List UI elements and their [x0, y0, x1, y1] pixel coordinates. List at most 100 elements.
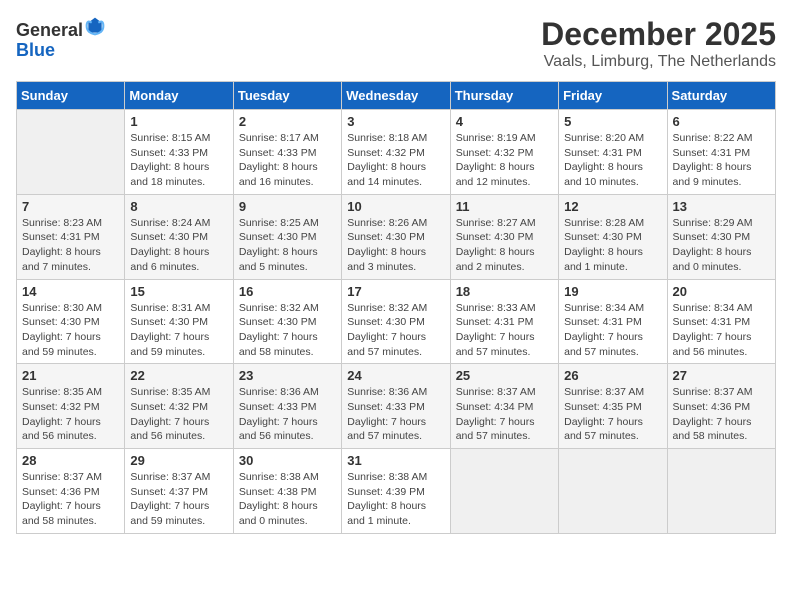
day-info: Sunrise: 8:34 AMSunset: 4:31 PMDaylight:…: [564, 301, 661, 360]
day-number: 20: [673, 284, 770, 299]
calendar-cell: [667, 449, 775, 534]
weekday-header-tuesday: Tuesday: [233, 82, 341, 110]
day-number: 6: [673, 114, 770, 129]
calendar-subtitle: Vaals, Limburg, The Netherlands: [541, 53, 776, 71]
calendar-cell: 1Sunrise: 8:15 AMSunset: 4:33 PMDaylight…: [125, 110, 233, 195]
day-info: Sunrise: 8:33 AMSunset: 4:31 PMDaylight:…: [456, 301, 553, 360]
day-info: Sunrise: 8:23 AMSunset: 4:31 PMDaylight:…: [22, 216, 119, 275]
calendar-cell: 26 Sunrise: 8:37 AMSunset: 4:35 PMDayligh…: [559, 364, 667, 449]
day-number: 1: [130, 114, 227, 129]
calendar-cell: 14 Sunrise: 8:30 AMSunset: 4:30 PMDayligh…: [17, 279, 125, 364]
day-info: Sunrise: 8:17 AMSunset: 4:33 PMDaylight:…: [239, 131, 336, 190]
day-number: 19: [564, 284, 661, 299]
day-number: 29: [130, 453, 227, 468]
day-info: Sunrise: 8:38 AMSunset: 4:39 PMDaylight:…: [347, 470, 444, 529]
day-number: 2: [239, 114, 336, 129]
logo-general-text: General: [16, 20, 83, 40]
logo-blue-text: Blue: [16, 40, 55, 60]
day-number: 18: [456, 284, 553, 299]
day-info: Sunrise: 8:30 AMSunset: 4:30 PMDaylight:…: [22, 301, 119, 360]
day-info: Sunrise: 8:37 AMSunset: 4:34 PMDaylight:…: [456, 385, 553, 444]
day-info: Sunrise: 8:34 AMSunset: 4:31 PMDaylight:…: [673, 301, 770, 360]
day-info: Sunrise: 8:32 AMSunset: 4:30 PMDaylight:…: [239, 301, 336, 360]
day-number: 13: [673, 199, 770, 214]
calendar-cell: 3 Sunrise: 8:18 AMSunset: 4:32 PMDaylight…: [342, 110, 450, 195]
day-number: 26: [564, 368, 661, 383]
calendar-cell: 12 Sunrise: 8:28 AMSunset: 4:30 PMDayligh…: [559, 194, 667, 279]
calendar-cell: [559, 449, 667, 534]
day-info: Sunrise: 8:18 AMSunset: 4:32 PMDaylight:…: [347, 131, 444, 190]
calendar-cell: [450, 449, 558, 534]
day-info: Sunrise: 8:37 AMSunset: 4:37 PMDaylight:…: [130, 470, 227, 529]
day-number: 7: [22, 199, 119, 214]
calendar-cell: 6 Sunrise: 8:22 AMSunset: 4:31 PMDaylight…: [667, 110, 775, 195]
day-info: Sunrise: 8:37 AMSunset: 4:35 PMDaylight:…: [564, 385, 661, 444]
day-number: 22: [130, 368, 227, 383]
header: General Blue December 2025 Vaals, Limbur…: [16, 16, 776, 71]
calendar-cell: 5Sunrise: 8:20 AMSunset: 4:31 PMDaylight…: [559, 110, 667, 195]
calendar-cell: 18 Sunrise: 8:33 AMSunset: 4:31 PMDayligh…: [450, 279, 558, 364]
day-info: Sunrise: 8:20 AMSunset: 4:31 PMDaylight:…: [564, 131, 661, 190]
day-number: 21: [22, 368, 119, 383]
day-info: Sunrise: 8:19 AMSunset: 4:32 PMDaylight:…: [456, 131, 553, 190]
weekday-header-thursday: Thursday: [450, 82, 558, 110]
calendar-cell: 17Sunrise: 8:32 AMSunset: 4:30 PMDayligh…: [342, 279, 450, 364]
calendar-cell: 10 Sunrise: 8:26 AMSunset: 4:30 PMDayligh…: [342, 194, 450, 279]
calendar-cell: 22 Sunrise: 8:35 AMSunset: 4:32 PMDayligh…: [125, 364, 233, 449]
day-info: Sunrise: 8:27 AMSunset: 4:30 PMDaylight:…: [456, 216, 553, 275]
day-number: 24: [347, 368, 444, 383]
day-number: 31: [347, 453, 444, 468]
calendar-cell: 24 Sunrise: 8:36 AMSunset: 4:33 PMDayligh…: [342, 364, 450, 449]
day-number: 12: [564, 199, 661, 214]
day-info: Sunrise: 8:25 AMSunset: 4:30 PMDaylight:…: [239, 216, 336, 275]
day-number: 15: [130, 284, 227, 299]
calendar-cell: 11 Sunrise: 8:27 AMSunset: 4:30 PMDayligh…: [450, 194, 558, 279]
logo: General Blue: [16, 16, 105, 61]
weekday-header-saturday: Saturday: [667, 82, 775, 110]
calendar-cell: 13 Sunrise: 8:29 AMSunset: 4:30 PMDayligh…: [667, 194, 775, 279]
day-info: Sunrise: 8:37 AMSunset: 4:36 PMDaylight:…: [673, 385, 770, 444]
weekday-header-sunday: Sunday: [17, 82, 125, 110]
day-number: 16: [239, 284, 336, 299]
day-info: Sunrise: 8:31 AMSunset: 4:30 PMDaylight:…: [130, 301, 227, 360]
day-info: Sunrise: 8:32 AMSunset: 4:30 PMDaylight:…: [347, 301, 444, 360]
calendar-cell: 16 Sunrise: 8:32 AMSunset: 4:30 PMDayligh…: [233, 279, 341, 364]
calendar-cell: 4 Sunrise: 8:19 AMSunset: 4:32 PMDaylight…: [450, 110, 558, 195]
day-number: 14: [22, 284, 119, 299]
day-info: Sunrise: 8:38 AMSunset: 4:38 PMDaylight:…: [239, 470, 336, 529]
day-info: Sunrise: 8:22 AMSunset: 4:31 PMDaylight:…: [673, 131, 770, 190]
day-info: Sunrise: 8:29 AMSunset: 4:30 PMDaylight:…: [673, 216, 770, 275]
calendar-cell: 28 Sunrise: 8:37 AMSunset: 4:36 PMDayligh…: [17, 449, 125, 534]
day-number: 3: [347, 114, 444, 129]
calendar-cell: 31 Sunrise: 8:38 AMSunset: 4:39 PMDayligh…: [342, 449, 450, 534]
calendar-table: SundayMondayTuesdayWednesdayThursdayFrid…: [16, 81, 776, 534]
day-number: 27: [673, 368, 770, 383]
calendar-cell: 25 Sunrise: 8:37 AMSunset: 4:34 PMDayligh…: [450, 364, 558, 449]
calendar-cell: 8 Sunrise: 8:24 AMSunset: 4:30 PMDaylight…: [125, 194, 233, 279]
weekday-header-monday: Monday: [125, 82, 233, 110]
calendar-cell: 21 Sunrise: 8:35 AMSunset: 4:32 PMDayligh…: [17, 364, 125, 449]
calendar-cell: 29 Sunrise: 8:37 AMSunset: 4:37 PMDayligh…: [125, 449, 233, 534]
calendar-cell: 19 Sunrise: 8:34 AMSunset: 4:31 PMDayligh…: [559, 279, 667, 364]
day-number: 8: [130, 199, 227, 214]
day-info: Sunrise: 8:36 AMSunset: 4:33 PMDaylight:…: [347, 385, 444, 444]
day-info: Sunrise: 8:35 AMSunset: 4:32 PMDaylight:…: [22, 385, 119, 444]
day-info: Sunrise: 8:26 AMSunset: 4:30 PMDaylight:…: [347, 216, 444, 275]
day-info: Sunrise: 8:28 AMSunset: 4:30 PMDaylight:…: [564, 216, 661, 275]
day-number: 10: [347, 199, 444, 214]
day-number: 25: [456, 368, 553, 383]
day-info: Sunrise: 8:35 AMSunset: 4:32 PMDaylight:…: [130, 385, 227, 444]
logo-icon: [85, 16, 105, 36]
title-area: December 2025 Vaals, Limburg, The Nether…: [541, 16, 776, 71]
calendar-cell: 23Sunrise: 8:36 AMSunset: 4:33 PMDayligh…: [233, 364, 341, 449]
calendar-cell: 7 Sunrise: 8:23 AMSunset: 4:31 PMDaylight…: [17, 194, 125, 279]
day-number: 28: [22, 453, 119, 468]
calendar-cell: 9 Sunrise: 8:25 AMSunset: 4:30 PMDaylight…: [233, 194, 341, 279]
calendar-cell: 27 Sunrise: 8:37 AMSunset: 4:36 PMDayligh…: [667, 364, 775, 449]
day-info: Sunrise: 8:37 AMSunset: 4:36 PMDaylight:…: [22, 470, 119, 529]
day-number: 30: [239, 453, 336, 468]
day-number: 11: [456, 199, 553, 214]
day-number: 4: [456, 114, 553, 129]
day-info: Sunrise: 8:24 AMSunset: 4:30 PMDaylight:…: [130, 216, 227, 275]
day-number: 9: [239, 199, 336, 214]
